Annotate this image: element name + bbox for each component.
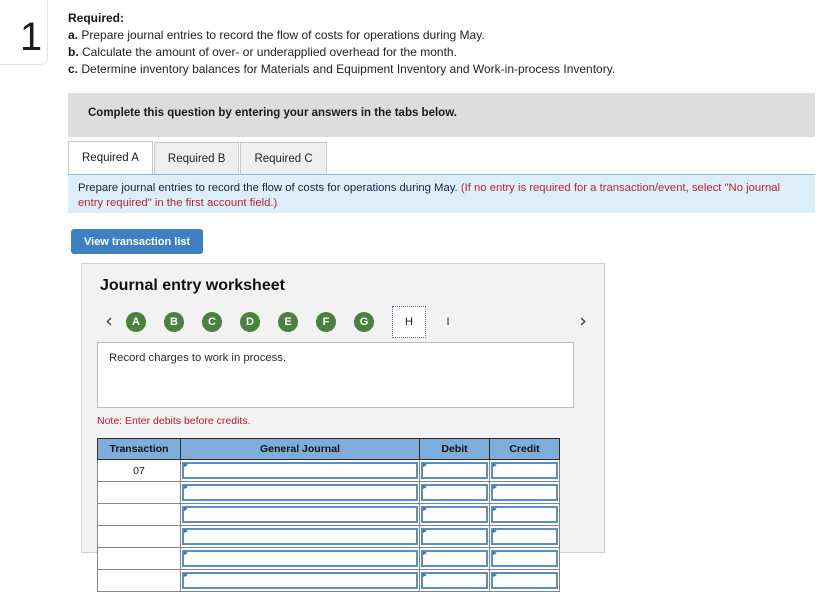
column-header-credit: Credit bbox=[489, 438, 560, 460]
pager-page-i[interactable]: I bbox=[438, 312, 458, 332]
debit-input[interactable] bbox=[421, 506, 488, 523]
pager-page-e[interactable]: E bbox=[278, 312, 298, 332]
instruction-bar: Prepare journal entries to record the fl… bbox=[68, 174, 815, 213]
credit-input[interactable] bbox=[491, 572, 558, 589]
credit-cell[interactable] bbox=[489, 481, 560, 504]
table-row bbox=[97, 547, 560, 570]
journal-entry-table: Transaction General Journal Debit Credit… bbox=[97, 438, 560, 592]
column-header-general-journal: General Journal bbox=[180, 438, 420, 460]
credit-input[interactable] bbox=[491, 528, 558, 545]
transaction-number-cell: 07 bbox=[97, 459, 181, 482]
credit-input[interactable] bbox=[491, 506, 558, 523]
general-journal-input[interactable] bbox=[182, 572, 418, 589]
pager-page-c[interactable]: C bbox=[202, 312, 222, 332]
debit-cell[interactable] bbox=[419, 525, 490, 548]
credit-cell[interactable] bbox=[489, 569, 560, 592]
pager-page-h-selected[interactable]: H bbox=[392, 306, 426, 338]
debit-cell[interactable] bbox=[419, 569, 490, 592]
journal-entry-worksheet-panel: Journal entry worksheet ‹ A B C D E F G … bbox=[81, 263, 605, 592]
chevron-left-icon[interactable]: ‹ bbox=[100, 309, 118, 333]
general-journal-input[interactable] bbox=[182, 462, 418, 479]
required-item-b-letter: b. bbox=[68, 45, 79, 59]
debit-input[interactable] bbox=[421, 462, 488, 479]
table-row bbox=[97, 525, 560, 548]
required-tabs: Required A Required B Required C bbox=[68, 141, 328, 175]
credit-cell[interactable] bbox=[489, 547, 560, 570]
required-item-c-text: Determine inventory balances for Materia… bbox=[81, 62, 616, 76]
instruction-main-text: Prepare journal entries to record the fl… bbox=[78, 182, 458, 194]
required-item-a-text: Prepare journal entries to record the fl… bbox=[81, 28, 485, 42]
pager-page-a[interactable]: A bbox=[126, 312, 146, 332]
credit-input[interactable] bbox=[491, 462, 558, 479]
required-block: Required: a. Prepare journal entries to … bbox=[68, 10, 818, 78]
complete-question-banner: Complete this question by entering your … bbox=[68, 93, 815, 137]
complete-question-banner-text: Complete this question by entering your … bbox=[88, 107, 457, 119]
credit-input[interactable] bbox=[491, 484, 558, 501]
question-number: 1 bbox=[19, 15, 43, 59]
view-transaction-list-button[interactable]: View transaction list bbox=[71, 229, 204, 254]
general-journal-cell[interactable] bbox=[180, 481, 420, 504]
debit-cell[interactable] bbox=[419, 547, 490, 570]
table-row bbox=[97, 569, 560, 592]
general-journal-cell[interactable] bbox=[180, 547, 420, 570]
required-item-b-text: Calculate the amount of over- or underap… bbox=[82, 45, 457, 59]
required-item-a-letter: a. bbox=[68, 28, 79, 42]
table-row bbox=[97, 503, 560, 526]
debit-input[interactable] bbox=[421, 528, 488, 545]
worksheet-pager: ‹ A B C D E F G H I › bbox=[96, 306, 592, 338]
table-row: 07 bbox=[97, 459, 560, 482]
debits-before-credits-note: Note: Enter debits before credits. bbox=[97, 415, 251, 427]
transaction-number-cell bbox=[97, 525, 181, 548]
debit-input[interactable] bbox=[421, 484, 488, 501]
credit-cell[interactable] bbox=[489, 459, 560, 482]
required-item-c-letter: c. bbox=[68, 62, 79, 76]
debit-cell[interactable] bbox=[419, 459, 490, 482]
transaction-number-cell bbox=[97, 547, 181, 570]
pager-page-d[interactable]: D bbox=[240, 312, 260, 332]
general-journal-input[interactable] bbox=[182, 506, 418, 523]
chevron-right-icon[interactable]: › bbox=[574, 309, 592, 333]
table-header-row: Transaction General Journal Debit Credit bbox=[97, 438, 560, 460]
credit-cell[interactable] bbox=[489, 525, 560, 548]
general-journal-cell[interactable] bbox=[180, 569, 420, 592]
general-journal-input[interactable] bbox=[182, 484, 418, 501]
general-journal-input[interactable] bbox=[182, 528, 418, 545]
debit-cell[interactable] bbox=[419, 503, 490, 526]
debit-input[interactable] bbox=[421, 550, 488, 567]
transaction-description-box: Record charges to work in process. bbox=[97, 342, 574, 408]
debit-input[interactable] bbox=[421, 572, 488, 589]
worksheet-title: Journal entry worksheet bbox=[100, 277, 285, 294]
general-journal-input[interactable] bbox=[182, 550, 418, 567]
required-item-c: c. Determine inventory balances for Mate… bbox=[68, 61, 818, 78]
debit-cell[interactable] bbox=[419, 481, 490, 504]
general-journal-cell[interactable] bbox=[180, 525, 420, 548]
pager-page-b[interactable]: B bbox=[164, 312, 184, 332]
required-item-b: b. Calculate the amount of over- or unde… bbox=[68, 44, 818, 61]
tab-required-a[interactable]: Required A bbox=[68, 141, 153, 175]
tab-required-b[interactable]: Required B bbox=[153, 142, 240, 175]
table-row bbox=[97, 481, 560, 504]
pager-page-f[interactable]: F bbox=[316, 312, 336, 332]
general-journal-cell[interactable] bbox=[180, 503, 420, 526]
general-journal-cell[interactable] bbox=[180, 459, 420, 482]
required-item-a: a. Prepare journal entries to record the… bbox=[68, 27, 818, 44]
transaction-number-cell bbox=[97, 503, 181, 526]
credit-cell[interactable] bbox=[489, 503, 560, 526]
transaction-number-cell bbox=[97, 481, 181, 504]
credit-input[interactable] bbox=[491, 550, 558, 567]
column-header-transaction: Transaction bbox=[97, 438, 181, 460]
required-heading: Required: bbox=[68, 11, 125, 25]
pager-page-g[interactable]: G bbox=[354, 312, 374, 332]
pager-items: A B C D E F G H I bbox=[126, 306, 476, 338]
column-header-debit: Debit bbox=[419, 438, 490, 460]
transaction-number-cell bbox=[97, 569, 181, 592]
tab-required-c[interactable]: Required C bbox=[240, 142, 327, 175]
